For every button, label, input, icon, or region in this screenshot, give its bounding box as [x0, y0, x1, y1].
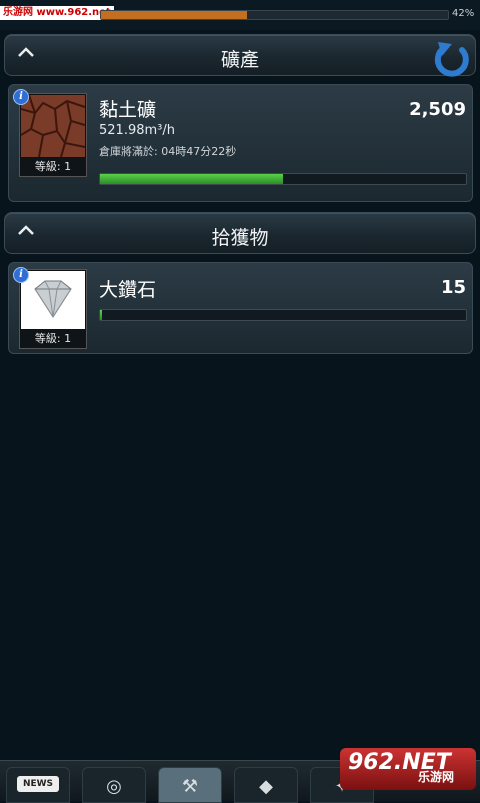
- loot-item-card[interactable]: 等級: 1 i 大鑽石 15: [8, 262, 473, 354]
- item-progress-bar: [99, 309, 467, 321]
- top-progress-percent: 42%: [452, 8, 475, 19]
- top-progress-bar: [100, 10, 449, 20]
- info-icon[interactable]: i: [13, 267, 29, 283]
- item-thumbnail: 等級: 1: [19, 93, 87, 177]
- item-level: 等級: 1: [20, 330, 86, 348]
- item-count: 2,509: [409, 99, 466, 120]
- tag-icon: ◆: [259, 776, 273, 797]
- refresh-icon[interactable]: [432, 38, 472, 78]
- section-header-loot[interactable]: 拾獲物: [4, 212, 476, 254]
- tab-tag[interactable]: ◆: [234, 767, 298, 803]
- production-rate: 521.98m³/h: [99, 123, 175, 138]
- item-progress-bar: [99, 173, 467, 185]
- pickaxe-icon: ⚒: [181, 776, 199, 797]
- news-icon: NEWS: [17, 776, 59, 792]
- item-progress-fill: [100, 310, 102, 320]
- item-progress-fill: [100, 174, 283, 184]
- diamond-image: [21, 271, 85, 329]
- mine-item-card[interactable]: 等級: 1 i 黏土礦 2,509 521.98m³/h 倉庫將滿於: 04時4…: [8, 84, 473, 202]
- watermark: 乐游网 www.962.net: [0, 6, 114, 20]
- tab-radar[interactable]: ◎: [82, 767, 146, 803]
- tab-news[interactable]: NEWS: [6, 767, 70, 803]
- info-icon[interactable]: i: [13, 89, 29, 105]
- clay-ore-image: [20, 94, 86, 158]
- section-title: 拾獲物: [211, 227, 269, 249]
- item-level: 等級: 1: [20, 158, 86, 176]
- item-count: 15: [440, 277, 466, 298]
- item-thumbnail: 等級: 1: [19, 269, 87, 349]
- item-name: 黏土礦: [99, 99, 157, 121]
- section-header-minerals[interactable]: 礦產: [4, 34, 476, 76]
- watermark-logo: 962.NET 乐游网: [340, 748, 476, 790]
- tab-mine[interactable]: ⚒: [158, 767, 222, 803]
- item-name: 大鑽石: [99, 279, 157, 301]
- storage-full-time: 倉庫將滿於: 04時47分22秒: [99, 145, 237, 158]
- section-title: 礦產: [220, 49, 259, 71]
- top-progress-fill: [101, 11, 247, 19]
- logo-subtext: 乐游网: [418, 770, 455, 784]
- radar-icon: ◎: [106, 776, 122, 797]
- top-status-bar: 乐游网 www.962.net 42%: [0, 0, 480, 30]
